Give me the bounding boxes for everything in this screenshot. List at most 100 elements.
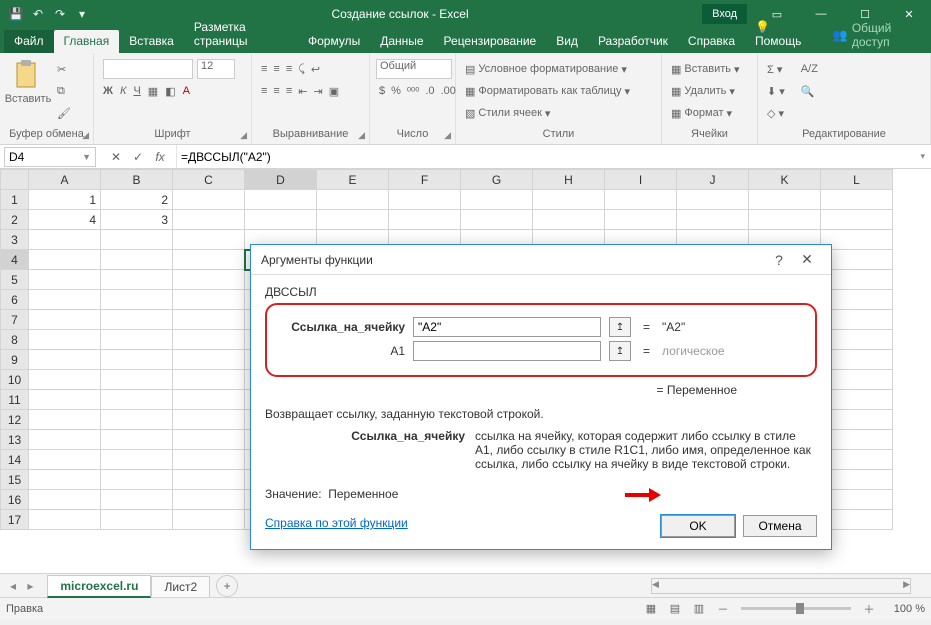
cell-B13[interactable] [101,430,173,450]
cell-C9[interactable] [173,350,245,370]
format-cells-button[interactable]: ▦ Формат ▾ [668,103,735,123]
cell-J1[interactable] [677,190,749,210]
clear-button[interactable]: ◇ ▾ [764,103,788,123]
view-layout-icon[interactable]: ▤ [663,602,687,615]
align-top-icon[interactable]: ≡ [261,63,267,75]
tab-developer[interactable]: Разработчик [588,30,678,53]
tab-layout[interactable]: Разметка страницы [184,16,298,53]
cell-E2[interactable] [317,210,389,230]
formula-input[interactable]: =ДВССЫЛ("A2") [176,145,914,168]
cell-C1[interactable] [173,190,245,210]
view-normal-icon[interactable]: ▦ [639,602,663,615]
font-size-combo[interactable]: 12 [197,59,235,79]
fill-color-button[interactable]: ◧ [165,85,175,98]
cell-B10[interactable] [101,370,173,390]
arg2-input[interactable] [413,341,601,361]
zoom-in-icon[interactable]: ＋ [857,601,881,617]
zoom-level[interactable]: 100 % [881,603,925,615]
cell-B2[interactable]: 3 [101,210,173,230]
zoom-slider[interactable] [741,607,851,610]
cell-A10[interactable] [29,370,101,390]
cell-I1[interactable] [605,190,677,210]
cell-A13[interactable] [29,430,101,450]
sheet-tab[interactable]: Лист2 [151,576,210,597]
format-table-button[interactable]: ▦ Форматировать как таблицу ▾ [462,81,633,101]
comma-icon[interactable]: ᵒᵒᵒ [407,85,419,97]
indent-inc-icon[interactable]: ⇥ [313,85,322,98]
insert-cells-button[interactable]: ▦ Вставить ▾ [668,59,743,79]
tab-review[interactable]: Рецензирование [434,30,547,53]
cell-A2[interactable]: 4 [29,210,101,230]
cell-G2[interactable] [461,210,533,230]
cell-A6[interactable] [29,290,101,310]
cell-C2[interactable] [173,210,245,230]
font-color-button[interactable]: A [183,85,190,97]
tell-me[interactable]: 💡 Помощь [745,16,821,53]
launcher-icon[interactable]: ◢ [240,128,247,142]
inc-decimal-icon[interactable]: .0 [425,85,434,97]
cell-C15[interactable] [173,470,245,490]
zoom-out-icon[interactable]: － [711,601,735,617]
cell-A12[interactable] [29,410,101,430]
sheet-nav[interactable]: ◂ ▸ [0,579,47,593]
expand-fbar-icon[interactable]: ▾ [914,151,931,162]
autosum-button[interactable]: Σ ▾ [764,59,788,79]
italic-button[interactable]: К [120,85,126,97]
tab-insert[interactable]: Вставка [119,30,184,53]
cancel-formula-icon[interactable]: ✕ [108,150,124,164]
cell-B17[interactable] [101,510,173,530]
cell-B1[interactable]: 2 [101,190,173,210]
tab-data[interactable]: Данные [370,30,433,53]
cell-styles-button[interactable]: ▧ Стили ячеек ▾ [462,103,553,123]
orientation-icon[interactable]: ⤹ [298,63,305,76]
launcher-icon[interactable]: ◢ [444,128,451,142]
indent-dec-icon[interactable]: ⇤ [298,85,307,98]
launcher-icon[interactable]: ◢ [358,128,365,142]
cell-A4[interactable] [29,250,101,270]
cell-B16[interactable] [101,490,173,510]
number-format-combo[interactable]: Общий [376,59,452,79]
cell-A3[interactable] [29,230,101,250]
cell-G1[interactable] [461,190,533,210]
cancel-button[interactable]: Отмена [743,515,817,537]
cell-E1[interactable] [317,190,389,210]
tab-file[interactable]: Файл [4,30,54,53]
chevron-down-icon[interactable]: ▼ [82,152,91,162]
bold-button[interactable]: Ж [103,85,113,97]
cell-C8[interactable] [173,330,245,350]
fill-button[interactable]: ⬇ ▾ [764,81,788,101]
cell-K2[interactable] [749,210,821,230]
cell-A14[interactable] [29,450,101,470]
cell-B8[interactable] [101,330,173,350]
cell-C5[interactable] [173,270,245,290]
cell-B15[interactable] [101,470,173,490]
cond-format-button[interactable]: ▤ Условное форматирование ▾ [462,59,630,79]
dec-decimal-icon[interactable]: .00 [441,85,456,97]
wrap-text-icon[interactable]: ↩ [311,63,320,76]
cell-F2[interactable] [389,210,461,230]
function-help-link[interactable]: Справка по этой функции [265,516,408,530]
cell-A8[interactable] [29,330,101,350]
cell-L2[interactable] [821,210,893,230]
align-left-icon[interactable]: ≡ [261,85,267,97]
cell-K1[interactable] [749,190,821,210]
border-button[interactable]: ▦ [148,85,158,98]
currency-icon[interactable]: $ [379,85,385,97]
cell-A9[interactable] [29,350,101,370]
view-break-icon[interactable]: ▥ [687,602,711,615]
cell-H1[interactable] [533,190,605,210]
cell-C4[interactable] [173,250,245,270]
cell-A5[interactable] [29,270,101,290]
sort-filter-icon[interactable]: A/Z [798,59,821,79]
cell-B11[interactable] [101,390,173,410]
cell-A15[interactable] [29,470,101,490]
cell-A11[interactable] [29,390,101,410]
cell-H2[interactable] [533,210,605,230]
cell-L1[interactable] [821,190,893,210]
cell-C7[interactable] [173,310,245,330]
hscroll[interactable]: ◀ ▶ [651,578,911,594]
cell-C10[interactable] [173,370,245,390]
undo-icon[interactable]: ↶ [30,6,46,22]
name-box[interactable]: D4▼ [4,147,96,167]
cell-C11[interactable] [173,390,245,410]
